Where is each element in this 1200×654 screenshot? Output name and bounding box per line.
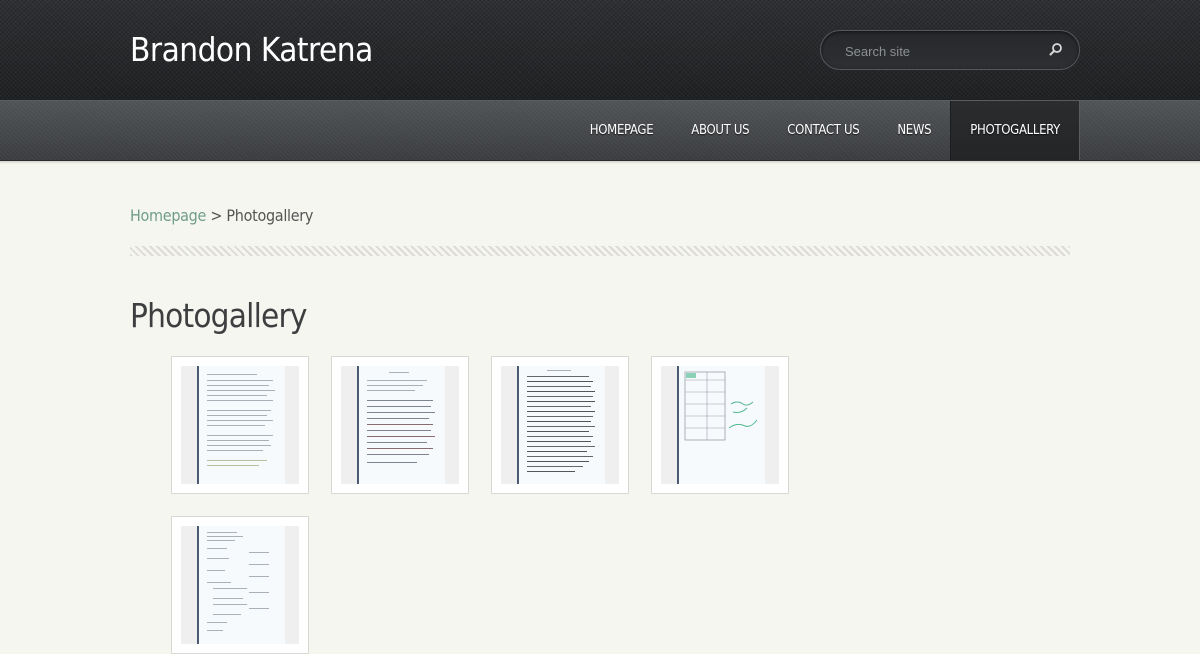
nav-shadow — [0, 161, 1200, 164]
site-header: Brandon Katrena — [0, 0, 1200, 100]
gallery-thumbnail[interactable] — [171, 356, 309, 494]
main-navigation: HOMEPAGE ABOUT US CONTACT US NEWS PHOTOG… — [0, 100, 1200, 161]
gallery-thumbnail[interactable] — [171, 516, 309, 654]
document-photo — [181, 526, 299, 644]
document-photo — [341, 366, 459, 484]
breadcrumb: Homepage > Photogallery — [130, 206, 313, 225]
nav-item-photogallery[interactable]: PHOTOGALLERY — [950, 101, 1080, 160]
nav-item-contact-us[interactable]: CONTACT US — [768, 101, 878, 160]
divider — [130, 246, 1070, 256]
search-box — [820, 30, 1080, 70]
document-photo — [181, 366, 299, 484]
nav-item-homepage[interactable]: HOMEPAGE — [571, 101, 673, 160]
page-title: Photogallery — [130, 296, 307, 335]
nav-item-news[interactable]: NEWS — [878, 101, 950, 160]
breadcrumb-current: Photogallery — [226, 206, 314, 225]
breadcrumb-separator: > — [210, 206, 223, 225]
document-photo — [661, 366, 779, 484]
site-title[interactable]: Brandon Katrena — [130, 30, 373, 69]
gallery-thumbnail[interactable] — [491, 356, 629, 494]
nav-item-about-us[interactable]: ABOUT US — [672, 101, 768, 160]
breadcrumb-home-link[interactable]: Homepage — [130, 206, 206, 225]
gallery-thumbnail[interactable] — [331, 356, 469, 494]
document-photo — [501, 366, 619, 484]
gallery-thumbnail[interactable] — [651, 356, 789, 494]
search-input[interactable] — [843, 40, 1037, 62]
search-icon[interactable] — [1047, 41, 1065, 59]
